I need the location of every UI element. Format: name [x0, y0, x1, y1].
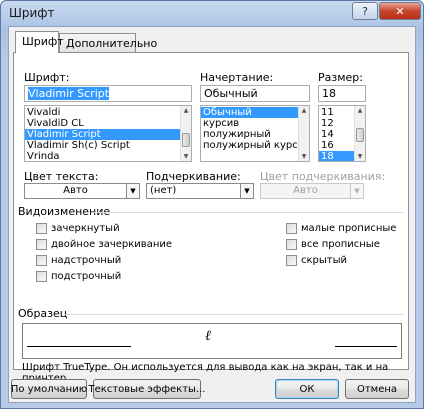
- checkbox-box[interactable]: [286, 223, 297, 234]
- title-bar: Шрифт ? ✕: [1, 1, 423, 25]
- checkbox-box[interactable]: [36, 223, 47, 234]
- font-name-input[interactable]: Vladimir Script: [24, 85, 192, 102]
- tab-panel-font: Шрифт: Vladimir Script Vivaldi VivaldiD …: [13, 52, 409, 384]
- ok-button[interactable]: ОК: [275, 379, 339, 399]
- size-list[interactable]: 11 12 14 16 18 ▲ ▼: [318, 105, 366, 162]
- checkbox-box[interactable]: [36, 255, 47, 266]
- double-strikethrough-label: двойное зачеркивание: [51, 239, 173, 250]
- checkbox-box[interactable]: [286, 239, 297, 250]
- superscript-checkbox[interactable]: надстрочный: [36, 255, 121, 266]
- style-list-item[interactable]: полужирный: [201, 129, 309, 140]
- all-caps-checkbox[interactable]: все прописные: [286, 239, 380, 250]
- text-color-value: Авто: [63, 185, 88, 196]
- preview-box: ℓ: [22, 323, 402, 359]
- checkbox-box[interactable]: [286, 255, 297, 266]
- font-list-item[interactable]: Vivaldi: [25, 107, 191, 118]
- subscript-checkbox[interactable]: подстрочный: [36, 271, 121, 282]
- dialog-client: Шрифт Дополнительно Шрифт: Vladimir Scri…: [8, 26, 416, 403]
- subscript-label: подстрочный: [51, 271, 122, 282]
- hidden-checkbox[interactable]: скрытый: [286, 255, 347, 266]
- effects-divider: [94, 212, 404, 213]
- style-input[interactable]: Обычный: [200, 85, 310, 102]
- tab-font[interactable]: Шрифт: [15, 31, 64, 53]
- text-color-select[interactable]: Авто ▼: [24, 183, 140, 199]
- scroll-up-icon[interactable]: ▲: [299, 106, 309, 115]
- style-list-scrollbar[interactable]: ▲ ▼: [298, 106, 309, 161]
- chevron-down-icon[interactable]: ▼: [126, 184, 139, 198]
- font-list-item-selected[interactable]: Vladimir Script: [25, 129, 191, 140]
- tab-advanced[interactable]: Дополнительно: [59, 33, 157, 53]
- scroll-thumb[interactable]: [356, 128, 364, 142]
- cancel-button[interactable]: Отмена: [345, 379, 409, 399]
- style-list-item[interactable]: курсив: [201, 118, 309, 129]
- scroll-down-icon[interactable]: ▼: [299, 152, 309, 161]
- font-label: Шрифт:: [24, 71, 70, 84]
- strikethrough-label: зачеркнутый: [51, 223, 120, 234]
- size-list-scrollbar[interactable]: ▲ ▼: [354, 106, 365, 161]
- underline-value: (нет): [150, 185, 177, 196]
- font-list-item[interactable]: Vrinda: [25, 151, 191, 161]
- style-list-item[interactable]: полужирный курсив: [201, 140, 309, 151]
- style-list[interactable]: Обычный курсив полужирный полужирный кур…: [200, 105, 310, 162]
- underline-color-value: Авто: [293, 185, 318, 196]
- font-name-value: Vladimir Script: [28, 87, 110, 100]
- font-list[interactable]: Vivaldi VivaldiD CL Vladimir Script Vlad…: [24, 105, 192, 162]
- all-caps-label: все прописные: [301, 239, 380, 250]
- checkbox-box[interactable]: [36, 271, 47, 282]
- scroll-down-icon[interactable]: ▼: [355, 152, 365, 161]
- underline-color-label: Цвет подчеркивания:: [260, 170, 386, 183]
- close-button[interactable]: ✕: [379, 2, 421, 20]
- strikethrough-checkbox[interactable]: зачеркнутый: [36, 223, 120, 234]
- scroll-thumb[interactable]: [182, 133, 190, 147]
- font-list-scrollbar[interactable]: ▲ ▼: [180, 106, 191, 161]
- baseline-left: [27, 346, 131, 347]
- help-button[interactable]: ?: [352, 2, 378, 20]
- scroll-up-icon[interactable]: ▲: [355, 106, 365, 115]
- checkbox-box[interactable]: [36, 239, 47, 250]
- font-dialog: Шрифт ? ✕ Шрифт Дополнительно Шрифт: Vla…: [0, 0, 424, 409]
- small-caps-checkbox[interactable]: малые прописные: [286, 223, 396, 234]
- style-label: Начертание:: [200, 71, 274, 84]
- superscript-label: надстрочный: [51, 255, 122, 266]
- preview-divider: [64, 314, 404, 315]
- scroll-up-icon[interactable]: ▲: [181, 106, 191, 115]
- size-input[interactable]: 18: [318, 85, 366, 102]
- size-label: Размер:: [318, 71, 363, 84]
- scroll-down-icon[interactable]: ▼: [181, 152, 191, 161]
- hidden-label: скрытый: [301, 255, 348, 266]
- double-strikethrough-checkbox[interactable]: двойное зачеркивание: [36, 239, 172, 250]
- baseline-right: [335, 346, 397, 347]
- underline-color-select: Авто ▼: [260, 183, 364, 199]
- underline-label: Подчеркивание:: [146, 170, 241, 183]
- chevron-down-icon[interactable]: ▼: [240, 184, 253, 198]
- small-caps-label: малые прописные: [301, 223, 397, 234]
- preview-sample: ℓ: [205, 328, 211, 344]
- text-effects-button[interactable]: Текстовые эффекты...: [89, 379, 205, 399]
- style-list-item-selected[interactable]: Обычный: [201, 107, 309, 118]
- font-list-item[interactable]: Vladimir Sh(c) Script: [25, 140, 191, 151]
- chevron-down-icon: ▼: [350, 184, 363, 198]
- text-color-label: Цвет текста:: [24, 170, 99, 183]
- set-default-button[interactable]: По умолчанию: [11, 379, 87, 399]
- window-title: Шрифт: [9, 6, 55, 20]
- font-list-item[interactable]: VivaldiD CL: [25, 118, 191, 129]
- preview-group-title: Образец: [18, 307, 68, 320]
- underline-select[interactable]: (нет) ▼: [146, 183, 254, 199]
